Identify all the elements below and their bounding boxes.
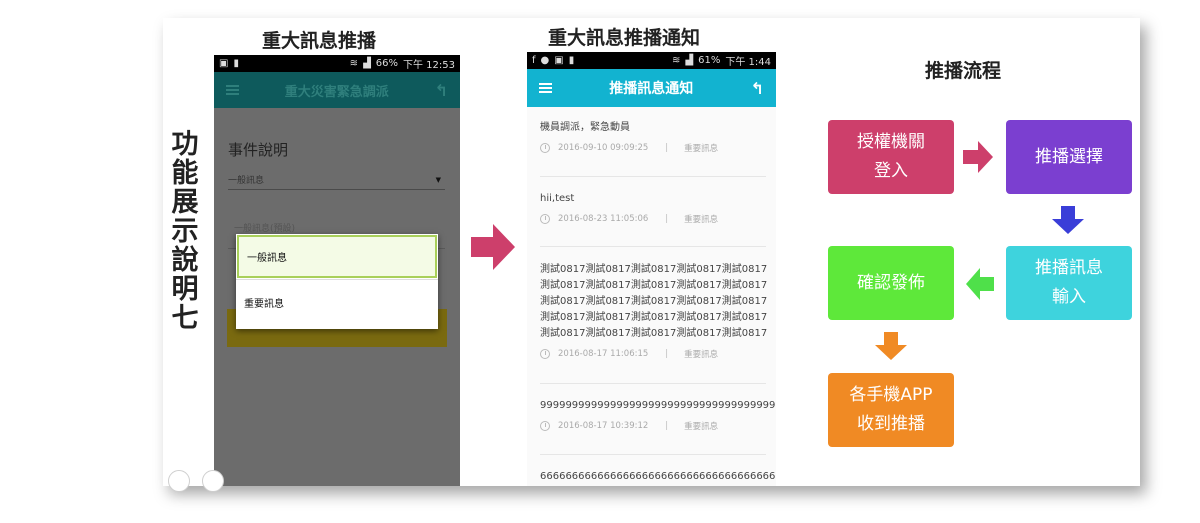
phone-screen-push: ▣ ▮ ≋ ▟ 66% 下午 12:53 重大災害緊急調派 ↰ 事件說明 一般訊… [214,55,460,486]
gallery-icon: ▣ [219,58,229,69]
left-arrow-icon [966,268,994,300]
app-title: 重大災害緊急調派 [284,84,389,100]
message-meta: 2016-08-17 11:06:15 | 重要訊息 [540,348,776,360]
step-receive: 各手機APP 收到推播 [828,373,954,447]
status-time: 下午 1:44 [725,57,771,68]
step-input: 推播訊息 輸入 [1006,246,1132,320]
message-body: 9999999999999999999999999999999999999999… [540,400,776,411]
app-title: 推播訊息通知 [609,81,694,97]
list-item[interactable]: 6666666666666666666666666666666666666666… [540,469,776,485]
message-body-line: 測試0817測試0817測試0817測試0817測試0817 [540,328,768,339]
sim-icon: ▮ [233,58,239,69]
down-arrow-icon [875,332,907,360]
message-time: 2016-08-23 11:05:06 [558,214,649,224]
message-meta: 2016-08-23 11:05:06 | 重要訊息 [540,213,776,225]
message-tag: 重要訊息 [684,144,719,154]
message-body-line: 測試0817測試0817測試0817測試0817測試0817 [540,312,768,323]
signal-icon: ▟ [363,58,371,69]
message-body: 6666666666666666666666666666666666666666… [540,471,776,482]
step-confirm-line1: 確認發佈 [857,272,925,293]
message-tag: 重要訊息 [684,215,719,225]
list-item[interactable]: hii,test 2016-08-23 11:05:06 | 重要訊息 [540,191,776,225]
app-bar: 推播訊息通知 ↰ [527,69,776,107]
menu-icon[interactable] [226,85,239,95]
dropdown-arrow-icon: ▼ [435,176,441,184]
down-arrow-icon [1052,206,1084,234]
message-tag: 重要訊息 [684,422,719,432]
message-meta: 2016-09-10 09:09:25 | 重要訊息 [540,142,776,154]
option-general[interactable]: 一般訊息 [237,235,437,278]
zoom-icon[interactable] [168,470,190,492]
more-icon[interactable] [202,470,224,492]
message-time: 2016-08-17 10:39:12 [558,421,649,431]
wifi-icon: ≋ [349,58,359,69]
message-tag: 重要訊息 [684,350,719,360]
status-bar: ▣ ▮ ≋ ▟ 66% 下午 12:53 [214,55,460,72]
clock-icon [540,421,550,431]
step-login-line1: 授權機關 [857,132,925,152]
back-icon[interactable]: ↰ [751,79,764,98]
step-login: 授權機關 登入 [828,120,954,194]
message-meta: 2016-08-17 10:39:12 | 重要訊息 [540,420,776,432]
sim-icon: ▮ [568,55,575,66]
menu-icon[interactable] [539,83,552,93]
message-body-line: 測試0817測試0817測試0817測試0817測試0817 [540,296,768,307]
flow-title: 推播流程 [925,60,1002,82]
right-arrow-icon [471,224,515,270]
app-bar: 重大災害緊急調派 ↰ [214,72,460,108]
event-label: 事件說明 [228,141,289,159]
step-receive-line2: 收到推播 [856,414,925,434]
select-value: 一般訊息 [228,176,265,186]
status-time: 下午 12:53 [403,60,455,71]
status-bar: f ● ▣ ▮ ≋ ▟ 61% 下午 1:44 [527,52,776,69]
step-receive-line1: 各手機APP [849,385,933,405]
right-arrow-icon [963,141,993,173]
chat-icon: ● [540,55,550,66]
battery-percent: 66% [375,58,398,69]
message-body-line: 測試0817測試0817測試0817測試0817測試0817 [540,280,768,291]
message-body: 機員調派，緊急動員 [540,122,630,133]
message-time: 2016-09-10 09:09:25 [558,143,649,153]
option-important[interactable]: 重要訊息 [236,280,438,324]
clock-icon [540,214,550,224]
clock-icon [540,349,550,359]
push-section-title: 重大訊息推播 [262,30,377,52]
clock-icon [540,143,550,153]
signal-icon: ▟ [685,55,694,66]
list-item[interactable]: 測試0817測試0817測試0817測試0817測試0817 測試0817測試0… [540,262,776,360]
message-time: 2016-08-17 11:06:15 [558,349,649,359]
step-input-line1: 推播訊息 [1035,258,1103,278]
notify-section-title: 重大訊息推播通知 [548,27,701,49]
step-select: 推播選擇 [1006,120,1132,194]
phone-screen-notify: f ● ▣ ▮ ≋ ▟ 61% 下午 1:44 推播訊息通知 ↰ 機員調派，緊急… [527,52,776,486]
message-type-select[interactable]: 一般訊息 ▼ [228,173,445,190]
step-input-line2: 輸入 [1052,287,1086,307]
back-icon[interactable]: ↰ [435,81,448,100]
ghost-text: 一般訊息(預設) [234,224,296,234]
divider [540,454,766,455]
facebook-icon: f [532,55,536,66]
divider [540,176,766,177]
divider [540,246,766,247]
step-confirm: 確認發佈 [828,246,954,320]
list-item[interactable]: 機員調派，緊急動員 2016-09-10 09:09:25 | 重要訊息 [540,120,776,154]
wifi-icon: ≋ [672,55,681,66]
type-picker-dialog: 一般訊息 重要訊息 [236,234,438,329]
list-item[interactable]: 9999999999999999999999999999999999999999… [540,398,776,432]
battery-percent: 61% [698,55,721,66]
step-select-line1: 推播選擇 [1035,146,1103,167]
message-body: hii,test [540,193,575,204]
vertical-title: 功能展示說明七 [171,129,199,334]
message-body-line: 測試0817測試0817測試0817測試0817測試0817 [540,264,768,275]
gallery-icon: ▣ [554,55,564,66]
step-login-line2: 登入 [874,161,908,181]
divider [540,383,766,384]
